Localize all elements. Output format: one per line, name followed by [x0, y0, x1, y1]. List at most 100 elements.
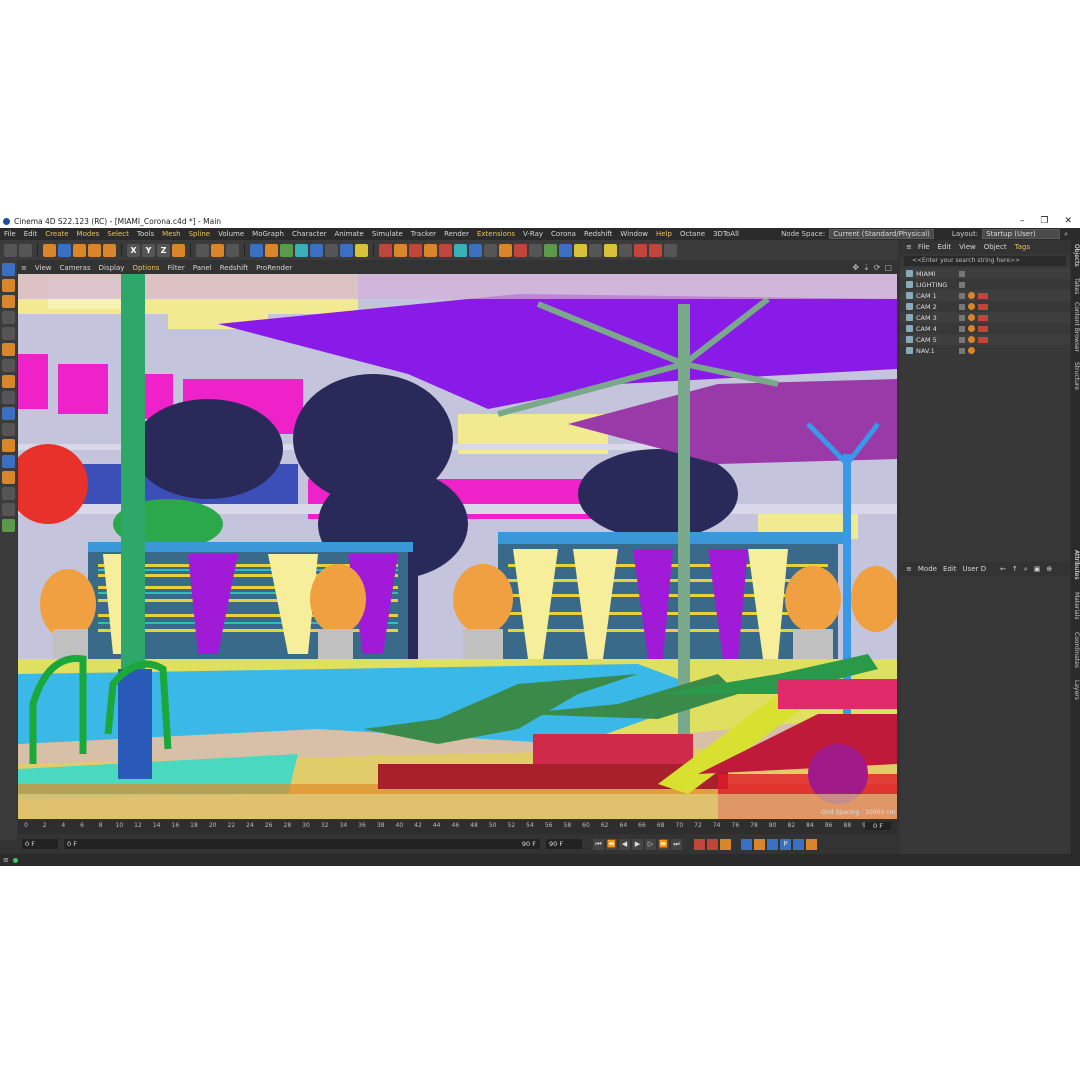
menu-mesh[interactable]: Mesh — [158, 230, 184, 238]
corona-icon-13[interactable] — [559, 243, 572, 257]
move-icon[interactable] — [58, 243, 71, 257]
new-panel-icon[interactable]: ⊕ — [1046, 565, 1052, 573]
attributes-menu-icon[interactable]: ≡ — [906, 565, 912, 573]
download-icon[interactable] — [664, 243, 677, 257]
lock-icon[interactable]: ▣ — [1034, 565, 1041, 573]
grid-icon[interactable] — [2, 455, 15, 468]
corona-camera-tag-icon[interactable] — [968, 303, 975, 310]
corona-camera-tag-icon[interactable] — [968, 336, 975, 343]
key-scale-icon[interactable] — [754, 838, 765, 850]
objects-menu-edit[interactable]: Edit — [938, 243, 952, 251]
toggle-view-icon[interactable]: ▢ — [884, 263, 892, 272]
octane-icon-2[interactable] — [619, 243, 632, 257]
object-row[interactable]: CAM 4 — [900, 323, 1070, 334]
viewport-menu-display[interactable]: Display — [95, 264, 129, 272]
x-axis-icon[interactable]: X — [127, 243, 140, 257]
corona-camera-tag-icon[interactable] — [968, 314, 975, 321]
corona-icon-11[interactable] — [529, 243, 542, 257]
z-axis-icon[interactable]: Z — [157, 243, 170, 257]
layout-dropdown[interactable]: Startup (User) — [982, 229, 1061, 239]
objects-search-input[interactable]: <<Enter your search string here>> — [904, 256, 1066, 266]
next-key-icon[interactable]: ⏩ — [658, 838, 669, 850]
menu-extensions[interactable]: Extensions — [473, 230, 519, 238]
menu-modes[interactable]: Modes — [73, 230, 104, 238]
dolly-icon[interactable]: ⇣ — [863, 263, 870, 272]
objects-menu-view[interactable]: View — [959, 243, 976, 251]
corona-icon-10[interactable] — [514, 243, 527, 257]
tweak-mode-icon[interactable] — [2, 375, 15, 388]
start-frame-field[interactable]: 0 F — [22, 839, 58, 849]
attr-menu-mode[interactable]: Mode — [918, 565, 937, 573]
objects-menu-file[interactable]: File — [918, 243, 930, 251]
keyframe-selection-icon[interactable] — [720, 838, 731, 850]
maximize-button[interactable]: ❐ — [1040, 214, 1048, 228]
viewport-menu-prorender[interactable]: ProRender — [252, 264, 296, 272]
octane-icon-3[interactable] — [634, 243, 647, 257]
workplane-icon[interactable] — [2, 423, 15, 436]
make-editable-icon[interactable] — [2, 263, 15, 276]
corona-camera-tag-icon[interactable] — [968, 292, 975, 299]
object-row[interactable]: CAM 3 — [900, 312, 1070, 323]
corona-icon-9[interactable] — [499, 243, 512, 257]
record-icon[interactable] — [694, 838, 705, 850]
corona-camera-tag-icon[interactable] — [968, 347, 975, 354]
visibility-toggle-icon[interactable] — [959, 325, 965, 332]
paint-icon[interactable] — [2, 471, 15, 484]
menu-tracker[interactable]: Tracker — [407, 230, 440, 238]
object-row[interactable]: CAM 5 — [900, 334, 1070, 345]
subdivision-icon[interactable] — [280, 243, 293, 257]
redo-icon[interactable] — [19, 243, 32, 257]
tab-coordinates[interactable]: Coordinates — [1071, 632, 1080, 668]
up-arrow-icon[interactable]: ↑ — [1012, 565, 1018, 573]
coordinate-system-icon[interactable] — [172, 243, 185, 257]
cloner-icon[interactable] — [295, 243, 308, 257]
locked-workplane-icon[interactable] — [2, 439, 15, 452]
menu-mograph[interactable]: MoGraph — [248, 230, 288, 238]
naming-icon[interactable] — [2, 503, 15, 516]
protection-tag-icon[interactable] — [978, 314, 988, 321]
viewport-menu-view[interactable]: View — [31, 264, 56, 272]
protection-tag-icon[interactable] — [978, 303, 988, 310]
symmetry-icon[interactable] — [2, 519, 15, 532]
visibility-toggle-icon[interactable] — [959, 292, 965, 299]
key-parameter-icon[interactable]: P — [780, 838, 791, 850]
previous-key-icon[interactable]: ⏪ — [606, 838, 617, 850]
corona-icon-15[interactable] — [589, 243, 602, 257]
corona-icon-8[interactable] — [484, 243, 497, 257]
corona-icon-7[interactable] — [469, 243, 482, 257]
object-row[interactable]: MIAMI — [900, 268, 1070, 279]
end-frame-field[interactable]: 90 F — [546, 839, 582, 849]
tab-takes[interactable]: Takes — [1071, 278, 1080, 294]
objects-menu-icon[interactable]: ≡ — [906, 243, 912, 251]
edges-mode-icon[interactable] — [2, 311, 15, 324]
light-icon[interactable] — [355, 243, 368, 257]
viewport-menu-options[interactable]: Options — [128, 264, 163, 272]
menu-file[interactable]: File — [0, 230, 20, 238]
visibility-toggle-icon[interactable] — [959, 303, 965, 310]
visibility-toggle-icon[interactable] — [959, 281, 965, 288]
attr-menu-edit[interactable]: Edit — [943, 565, 957, 573]
menu-simulate[interactable]: Simulate — [368, 230, 407, 238]
deformer-icon[interactable] — [310, 243, 323, 257]
timeline-ruler[interactable]: 0 2 4 6 8 10 12 14 16 18 20 22 24 26 28 30 32 34 36 38 40 42 4… — [18, 820, 897, 834]
visibility-toggle-icon[interactable] — [959, 336, 965, 343]
menu-help[interactable]: Help — [652, 230, 676, 238]
search-icon[interactable]: ⌕ — [1024, 565, 1028, 574]
key-pla-icon[interactable] — [793, 838, 804, 850]
next-frame-icon[interactable]: ▷ — [645, 838, 656, 850]
menu-render[interactable]: Render — [440, 230, 473, 238]
menu-create[interactable]: Create — [41, 230, 72, 238]
solo-icon[interactable] — [2, 391, 15, 404]
previous-frame-icon[interactable]: ◀ — [619, 838, 630, 850]
live-selection-icon[interactable] — [43, 243, 56, 257]
viewport-menu-panel[interactable]: Panel — [189, 264, 216, 272]
transform-icon[interactable] — [103, 243, 116, 257]
menu-tools[interactable]: Tools — [133, 230, 158, 238]
camera-icon[interactable] — [340, 243, 353, 257]
minimize-button[interactable]: – — [1020, 214, 1025, 228]
objects-menu-tags[interactable]: Tags — [1015, 243, 1031, 251]
cube-icon[interactable] — [250, 243, 263, 257]
visibility-toggle-icon[interactable] — [959, 314, 965, 321]
menu-corona[interactable]: Corona — [547, 230, 580, 238]
object-row[interactable]: NAV.1 — [900, 345, 1070, 356]
